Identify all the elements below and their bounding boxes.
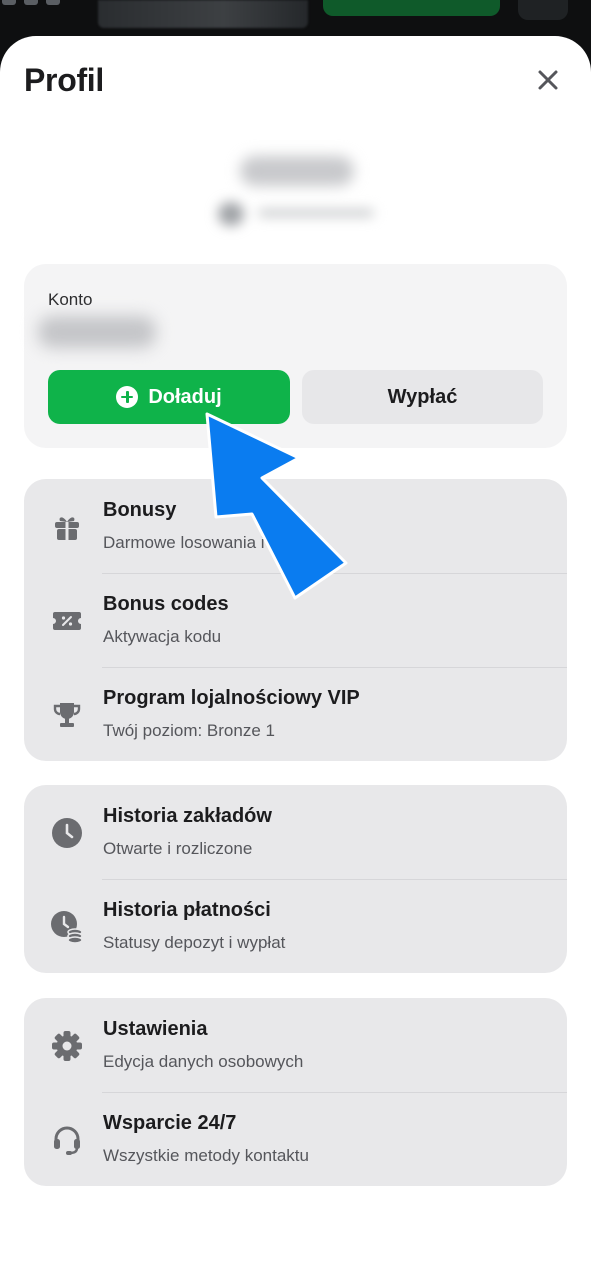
headset-icon — [50, 1123, 84, 1157]
plus-circle-icon — [116, 386, 139, 408]
deposit-button[interactable]: Doładuj — [48, 370, 290, 424]
menu-item-subtitle: Statusy depozyt i wypłat — [103, 933, 286, 952]
menu-group-settings: Ustawienia Edycja danych osobowych Wspar… — [24, 998, 567, 1186]
menu-item-bet-history[interactable]: Historia zakładów Otwarte i rozliczone — [24, 785, 567, 879]
menu-item-title: Ustawienia — [103, 1018, 208, 1040]
topbar-green-button — [323, 0, 500, 16]
menu-item-title: Historia płatności — [103, 899, 271, 921]
menu-group-promotions: Bonusy Darmowe losowania i oferty Bonus … — [24, 479, 567, 761]
close-icon — [538, 70, 558, 90]
gift-icon — [50, 510, 84, 544]
account-balance-blurred — [38, 316, 156, 348]
topbar-right-button — [518, 0, 568, 20]
menu-item-settings[interactable]: Ustawienia Edycja danych osobowych — [24, 998, 567, 1092]
withdraw-label: Wypłać — [387, 385, 458, 408]
profile-sheet: Profil Konto Doładuj Wypłać Bonusy Darmo… — [0, 36, 591, 1280]
menu-item-title: Bonusy — [103, 499, 177, 521]
menu-item-subtitle: Twój poziom: Bronze 1 — [103, 721, 275, 740]
withdraw-button[interactable]: Wypłać — [302, 370, 543, 424]
ticket-percent-icon — [50, 604, 84, 638]
menu-item-title: Program lojalnościowy VIP — [103, 687, 360, 709]
menu-item-vip-program[interactable]: Program lojalnościowy VIP Twój poziom: B… — [24, 667, 567, 761]
menu-item-subtitle: Edycja danych osobowych — [103, 1052, 304, 1071]
topbar-dot — [2, 0, 16, 5]
menu-item-subtitle: Aktywacja kodu — [103, 627, 222, 646]
menu-item-payment-history[interactable]: Historia płatności Statusy depozyt i wyp… — [24, 879, 567, 973]
username-blurred — [240, 156, 354, 186]
menu-item-support[interactable]: Wsparcie 24/7 Wszystkie metody kontaktu — [24, 1092, 567, 1186]
menu-item-title: Wsparcie 24/7 — [103, 1112, 237, 1134]
background-app-topbar — [0, 0, 591, 40]
topbar-blurred-area — [98, 0, 308, 28]
topbar-dot — [24, 0, 38, 5]
user-id-blurred — [214, 200, 378, 226]
menu-item-bonuses[interactable]: Bonusy Darmowe losowania i oferty — [24, 479, 567, 573]
trophy-icon — [50, 698, 84, 732]
menu-group-history: Historia zakładów Otwarte i rozliczone H… — [24, 785, 567, 973]
menu-item-bonus-codes[interactable]: Bonus codes Aktywacja kodu — [24, 573, 567, 667]
menu-item-subtitle: Wszystkie metody kontaktu — [103, 1146, 309, 1165]
menu-item-subtitle: Darmowe losowania i oferty — [103, 533, 312, 552]
gear-icon — [50, 1029, 84, 1063]
topbar-dot — [46, 0, 60, 5]
close-button[interactable] — [530, 62, 566, 98]
page-title: Profil — [24, 62, 104, 98]
account-card: Konto Doładuj Wypłać — [24, 264, 567, 448]
menu-item-title: Historia zakładów — [103, 805, 272, 827]
clock-icon — [50, 816, 84, 850]
menu-item-subtitle: Otwarte i rozliczone — [103, 839, 253, 858]
menu-item-title: Bonus codes — [103, 593, 229, 615]
deposit-label: Doładuj — [148, 385, 222, 408]
account-label: Konto — [48, 290, 93, 309]
clock-coins-icon — [50, 910, 84, 944]
